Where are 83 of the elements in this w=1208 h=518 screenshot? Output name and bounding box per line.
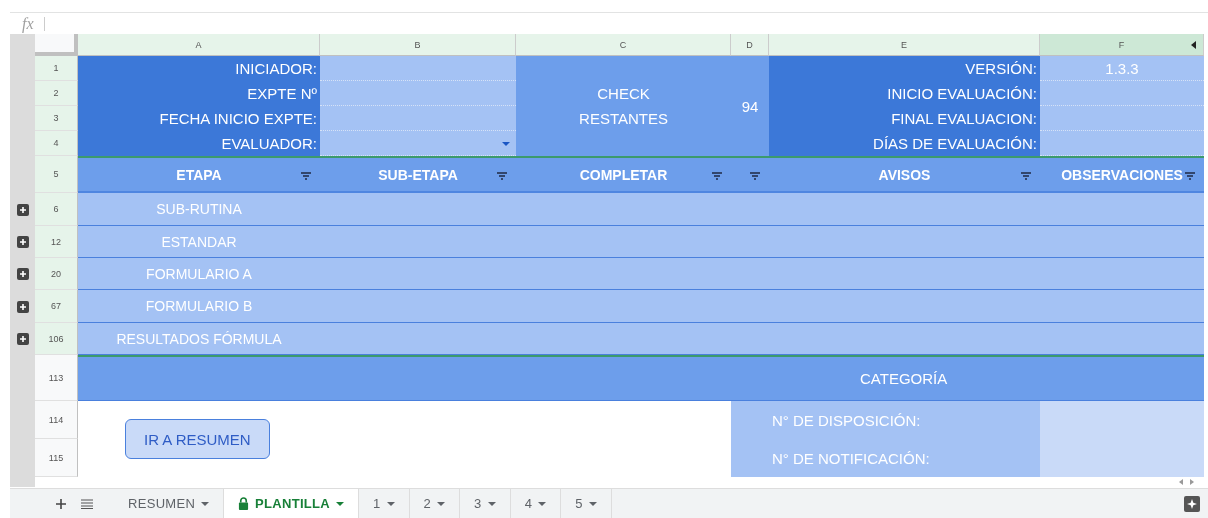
filter-icon[interactable] [1020, 171, 1032, 181]
field-label: FECHA INICIO EXPTE: [78, 106, 320, 131]
field-label: EVALUADOR: [78, 131, 320, 156]
expand-plus-icon[interactable] [16, 333, 29, 345]
row-header[interactable]: 4 [35, 131, 78, 156]
column-header[interactable]: F [1040, 34, 1204, 56]
expand-plus-icon[interactable] [16, 203, 29, 216]
category-label: CATEGORÍA [860, 370, 948, 387]
column-header[interactable]: A [78, 34, 320, 56]
field-label: INICIADOR: [78, 56, 320, 81]
row-header[interactable]: 1 [35, 56, 78, 81]
dropdown-cell[interactable] [320, 131, 516, 156]
input-cell[interactable] [320, 56, 516, 81]
column-header[interactable]: E [769, 34, 1040, 56]
explore-icon[interactable] [1184, 496, 1200, 512]
input-cell[interactable] [1040, 106, 1204, 131]
field-label: VERSIÓN: [769, 56, 1040, 81]
caret-icon[interactable] [588, 501, 597, 506]
header-cell: OBSERVACIONES [1040, 156, 1204, 193]
collapse-arrow-icon[interactable] [1191, 41, 1197, 49]
expand-plus-icon[interactable] [16, 268, 29, 280]
filter-icon[interactable] [1184, 171, 1196, 181]
row-header[interactable]: 5 [35, 156, 78, 193]
filter-icon[interactable] [300, 171, 312, 181]
row-header[interactable]: 20 [35, 258, 78, 290]
sheet-tab[interactable]: 4 [510, 489, 562, 518]
field-label: N° DE DISPOSICIÓN: [731, 401, 1040, 439]
expand-plus-icon[interactable] [16, 236, 29, 248]
row-header[interactable]: 12 [35, 226, 78, 258]
row-header[interactable]: 6 [35, 193, 78, 226]
row-header[interactable]: 114 [35, 401, 78, 439]
dropdown-arrow-icon[interactable] [502, 141, 510, 146]
caret-icon[interactable] [487, 501, 496, 506]
version-value: 1.3.3 [1040, 56, 1204, 81]
sheet-tab[interactable]: 2 [409, 489, 461, 518]
group-label: SUB-RUTINA [155, 201, 243, 217]
check-label: RESTANTES [579, 109, 668, 129]
field-label: INICIO EVALUACIÓN: [769, 81, 1040, 106]
header-cell: ETAPA [78, 156, 320, 193]
check-label: CHECK [597, 84, 650, 104]
lock-icon [238, 497, 250, 510]
field-label: N° DE NOTIFICACIÓN: [731, 439, 1040, 477]
group-label: FORMULARIO A [145, 265, 253, 282]
column-header[interactable]: D [731, 34, 769, 56]
header-cell: SUB-ETAPA [320, 156, 516, 193]
group-label: FORMULARIO B [144, 298, 254, 314]
row-header[interactable]: 106 [35, 323, 78, 355]
filter-icon[interactable] [496, 171, 508, 181]
row-header[interactable]: 2 [35, 81, 78, 106]
filter-icon[interactable] [711, 171, 723, 181]
input-cell[interactable] [320, 106, 516, 131]
input-cell[interactable] [320, 81, 516, 106]
sheet-tab[interactable]: 3 [460, 489, 511, 518]
field-label: FINAL EVALUACION: [769, 106, 1040, 131]
row-header[interactable]: 115 [35, 439, 78, 477]
group-label: RESULTADOS FÓRMULA [115, 330, 283, 347]
row-header[interactable]: 113 [35, 355, 78, 401]
resumen-button[interactable]: IR A RESUMEN [125, 419, 270, 459]
filter-icon[interactable] [749, 171, 761, 181]
field-label: DÍAS DE EVALUACIÓN: [769, 131, 1040, 156]
input-cell[interactable] [1040, 81, 1204, 106]
formula-icon: fx [22, 14, 34, 33]
caret-icon[interactable] [201, 501, 210, 506]
header-cell: COMPLETAR [516, 156, 731, 193]
sheet-tab[interactable]: 1 [359, 489, 410, 518]
column-header[interactable]: C [516, 34, 731, 56]
sheet-tab[interactable]: PLANTILLA [224, 489, 360, 518]
caret-icon[interactable] [386, 501, 395, 506]
row-header[interactable]: 67 [35, 290, 78, 323]
input-cell[interactable] [1040, 439, 1204, 477]
input-cell[interactable] [1040, 401, 1204, 439]
group-label: ESTANDAR [160, 233, 238, 250]
expand-plus-icon[interactable] [16, 300, 29, 313]
header-cell: AVISOS [769, 156, 1040, 193]
column-header[interactable]: B [320, 34, 516, 56]
caret-icon[interactable] [437, 501, 446, 506]
caret-icon[interactable] [336, 501, 345, 506]
input-cell[interactable] [1040, 131, 1204, 156]
sheet-tab[interactable]: 5 [561, 489, 612, 518]
field-label: EXPTE Nº [78, 81, 320, 106]
remaining-count: 94 [731, 56, 769, 156]
row-header[interactable]: 3 [35, 106, 78, 131]
caret-icon[interactable] [538, 501, 547, 506]
